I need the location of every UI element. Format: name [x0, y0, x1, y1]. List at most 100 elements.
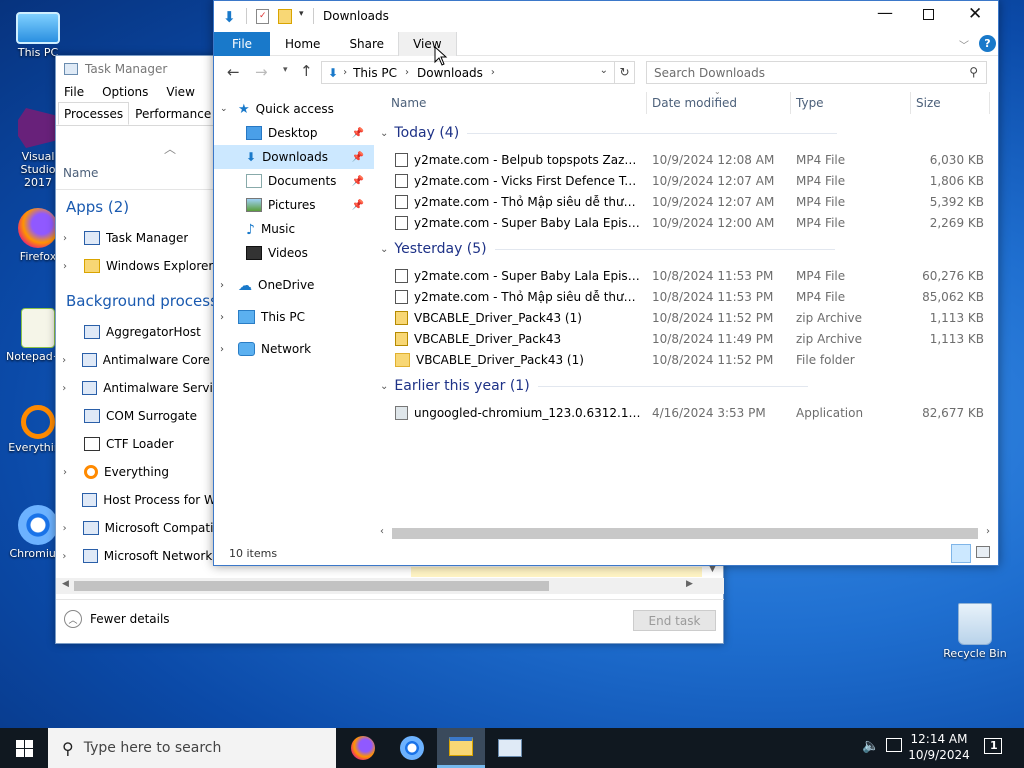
menu-options[interactable]: Options — [102, 85, 148, 99]
process-row[interactable]: Host Process for Win — [56, 486, 216, 514]
file-row[interactable]: VBCABLE_Driver_Pack43 (1) 10/8/2024 11:5… — [387, 349, 987, 370]
file-row[interactable]: y2mate.com - Vicks First Defence Tantru.… — [387, 170, 987, 191]
column-header-date[interactable]: Date modified — [652, 89, 737, 117]
file-row[interactable]: y2mate.com - Belpub topspots Zazoo Lit..… — [387, 149, 987, 170]
clock[interactable]: 12:14 AM 10/9/2024 — [904, 731, 974, 763]
ribbon-tab-file[interactable]: File — [214, 31, 270, 56]
start-button[interactable] — [0, 728, 48, 768]
scrollbar-thumb[interactable] — [74, 581, 549, 591]
group-header-today[interactable]: ⌄ Today (4) — [380, 125, 838, 141]
column-header-name[interactable]: Name — [391, 89, 426, 117]
nav-item-downloads[interactable]: ⬇ Downloads 📌 — [214, 145, 374, 169]
address-bar[interactable]: ⬇ › This PC › Downloads › ⌄ ↻ — [321, 61, 635, 84]
details-view-icon[interactable] — [951, 544, 971, 563]
file-row[interactable]: y2mate.com - Super Baby Lala Episode 1 .… — [387, 212, 987, 233]
process-row[interactable]: › Everything — [56, 458, 216, 486]
new-folder-icon[interactable] — [278, 9, 292, 24]
process-row[interactable]: ›Antimalware Core Se — [56, 346, 216, 374]
menu-file[interactable]: File — [64, 85, 84, 99]
nav-item-music[interactable]: ♪ Music — [214, 217, 374, 241]
collapsed-chevron-icon[interactable]: › — [220, 312, 238, 323]
tab-performance[interactable]: Performance — [129, 102, 217, 125]
back-arrow-icon[interactable]: ← — [227, 63, 240, 81]
scrollbar-thumb[interactable] — [392, 528, 978, 539]
nav-onedrive[interactable]: › ☁ OneDrive — [214, 273, 374, 297]
process-row[interactable]: › Microsoft Compatib — [56, 514, 216, 542]
scroll-right-icon[interactable]: › — [986, 526, 990, 537]
scroll-left-icon[interactable]: ◀ — [62, 579, 69, 589]
nav-item-videos[interactable]: Videos — [214, 241, 374, 265]
sort-chevron-up-icon[interactable]: ︿ — [164, 140, 176, 157]
horizontal-scrollbar[interactable]: ‹ › — [376, 525, 998, 542]
process-row[interactable]: CTF Loader — [56, 430, 216, 458]
file-row[interactable]: ungoogled-chromium_123.0.6312.122-1.... … — [387, 402, 987, 423]
minimize-icon[interactable]: — — [877, 3, 893, 22]
refresh-icon[interactable]: ↻ — [614, 62, 634, 83]
large-icons-view-icon[interactable] — [976, 546, 990, 558]
volume-icon[interactable]: 🔈 — [862, 738, 879, 754]
process-row[interactable]: › Antimalware Service — [56, 374, 216, 402]
expand-chevron-icon[interactable]: › — [56, 551, 73, 562]
recent-locations-icon[interactable]: ▾ — [283, 65, 288, 75]
forward-arrow-icon[interactable]: → — [255, 63, 268, 81]
scroll-left-icon[interactable]: ‹ — [380, 526, 384, 537]
collapsed-chevron-icon[interactable]: › — [220, 280, 238, 291]
expand-chevron-icon[interactable]: › — [56, 383, 72, 394]
expand-chevron-icon[interactable]: › — [56, 261, 74, 272]
desktop-icon-this-pc[interactable]: This PC — [6, 8, 70, 59]
search-icon[interactable]: ⚲ — [969, 65, 978, 79]
desktop-icon-recycle-bin[interactable]: Recycle Bin — [943, 603, 1007, 660]
file-row[interactable]: y2mate.com - Super Baby Lala Episode 1 .… — [387, 265, 987, 286]
scroll-right-icon[interactable]: ▶ — [686, 579, 693, 589]
process-row[interactable]: › Microsoft Network R — [56, 542, 216, 570]
tab-processes[interactable]: Processes — [58, 102, 130, 125]
group-collapse-icon[interactable]: ⌄ — [380, 128, 388, 139]
address-dropdown-icon[interactable]: ⌄ — [600, 65, 608, 76]
expand-chevron-icon[interactable]: › — [56, 355, 72, 366]
network-status-icon[interactable] — [886, 738, 902, 752]
file-row[interactable]: y2mate.com - Thỏ Mập siêu dễ thương s...… — [387, 286, 987, 307]
close-icon[interactable]: ✕ — [968, 4, 982, 24]
group-header-earlier-this-year[interactable]: ⌄ Earlier this year (1) — [380, 378, 808, 394]
breadcrumb-chevron-icon[interactable]: › — [343, 67, 347, 78]
nav-network[interactable]: › Network — [214, 337, 374, 361]
expand-chevron-icon[interactable]: › — [56, 467, 74, 478]
qat-dropdown-icon[interactable]: ▾ — [299, 9, 304, 19]
process-row[interactable]: AggregatorHost — [56, 318, 216, 346]
file-row[interactable]: VBCABLE_Driver_Pack43 (1) 10/8/2024 11:5… — [387, 307, 987, 328]
help-icon[interactable]: ? — [979, 35, 996, 52]
search-box[interactable]: Search Downloads ⚲ — [646, 61, 987, 84]
group-collapse-icon[interactable]: ⌄ — [380, 244, 388, 255]
end-task-button[interactable]: End task — [633, 610, 716, 631]
nav-item-pictures[interactable]: Pictures 📌 — [214, 193, 374, 217]
pin-icon[interactable]: 📌 — [352, 152, 364, 163]
ribbon-tab-home[interactable]: Home — [270, 32, 335, 56]
group-collapse-icon[interactable]: ⌄ — [380, 381, 388, 392]
breadcrumb-downloads[interactable]: Downloads — [417, 66, 483, 80]
collapsed-chevron-icon[interactable]: › — [220, 344, 238, 355]
pin-icon[interactable]: 📌 — [352, 200, 364, 211]
nav-item-documents[interactable]: Documents 📌 — [214, 169, 374, 193]
notification-center-button[interactable]: 1 — [982, 736, 1006, 760]
expand-chevron-icon[interactable]: › — [56, 523, 73, 534]
pin-icon[interactable]: 📌 — [352, 176, 364, 187]
taskbar-firefox-button[interactable] — [339, 728, 387, 768]
taskbar-chromium-button[interactable] — [388, 728, 436, 768]
fewer-details-button[interactable]: ︿ Fewer details — [64, 610, 170, 628]
pin-icon[interactable]: 📌 — [352, 128, 364, 139]
nav-item-desktop[interactable]: Desktop 📌 — [214, 121, 374, 145]
explorer-titlebar[interactable]: ⬇ ✓ ▾ Downloads — ✕ — [214, 1, 998, 32]
expanded-chevron-icon[interactable]: ⌄ — [220, 104, 238, 114]
process-row[interactable]: › Task Manager — [56, 224, 216, 252]
taskbar-explorer-button[interactable] — [437, 728, 485, 768]
properties-icon[interactable]: ✓ — [256, 9, 269, 24]
column-header-type[interactable]: Type — [796, 89, 824, 117]
breadcrumb-this-pc[interactable]: This PC — [353, 66, 397, 80]
column-header-size[interactable]: Size — [916, 89, 941, 117]
file-row[interactable]: y2mate.com - Thỏ Mập siêu dễ thương s...… — [387, 191, 987, 212]
nav-quick-access[interactable]: ⌄ ★ Quick access — [214, 97, 374, 121]
expand-ribbon-icon[interactable]: ﹀ — [959, 37, 969, 52]
process-row[interactable]: COM Surrogate — [56, 402, 216, 430]
taskbar-task-manager-button[interactable] — [486, 728, 534, 768]
maximize-icon[interactable] — [923, 9, 934, 20]
